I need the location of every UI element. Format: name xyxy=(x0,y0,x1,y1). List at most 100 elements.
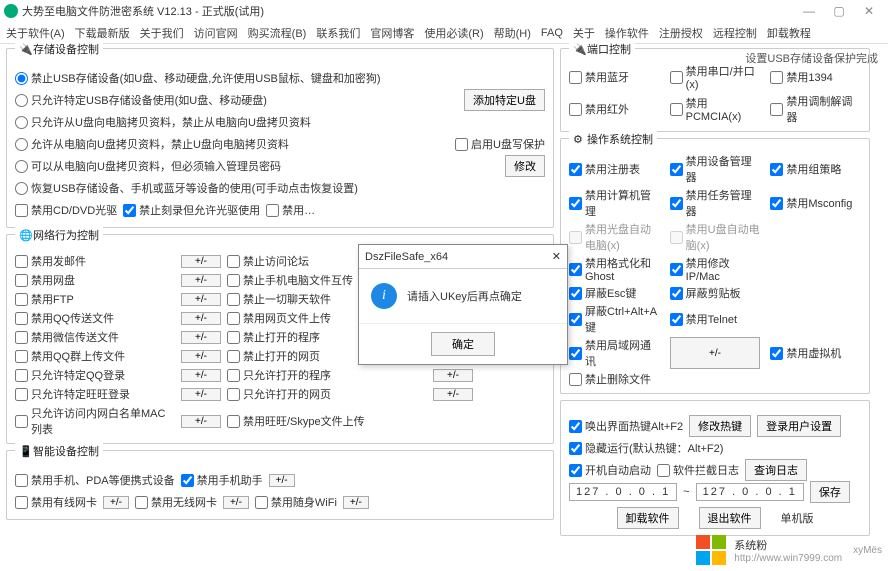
menu-item[interactable]: 远程控制 xyxy=(713,25,757,41)
chk-write-protect[interactable] xyxy=(455,138,468,151)
menu-item[interactable]: 卸载教程 xyxy=(767,25,811,41)
pm-assist[interactable]: +/- xyxy=(269,474,295,487)
uninstall-button[interactable]: 卸载软件 xyxy=(617,507,679,529)
query-log-button[interactable]: 查询日志 xyxy=(745,459,807,481)
menu-item[interactable]: FAQ xyxy=(541,27,563,39)
chk-pda[interactable] xyxy=(15,474,28,487)
menu-item[interactable]: 访问官网 xyxy=(194,25,238,41)
chk-port[interactable] xyxy=(770,71,783,84)
chk-os[interactable] xyxy=(569,197,582,210)
chk-extra[interactable] xyxy=(266,204,279,217)
chk-hiddenwifi[interactable] xyxy=(255,496,268,509)
chk-os[interactable] xyxy=(569,163,582,176)
close-button[interactable]: ✕ xyxy=(854,4,884,18)
chk-os[interactable] xyxy=(670,197,683,210)
chk-os[interactable] xyxy=(569,287,582,300)
minimize-button[interactable]: — xyxy=(794,4,824,18)
chk-net[interactable] xyxy=(15,312,28,325)
pm-button[interactable]: +/- xyxy=(181,293,221,306)
radio-allow-specific[interactable] xyxy=(15,94,28,107)
pm-button[interactable]: +/- xyxy=(181,388,221,401)
chk-os[interactable] xyxy=(569,373,582,386)
pm-button[interactable]: +/- xyxy=(181,312,221,325)
pm-wired[interactable]: +/- xyxy=(103,496,129,509)
chk-os[interactable] xyxy=(770,347,783,360)
pm-button[interactable]: +/- xyxy=(433,388,473,401)
chk-os[interactable] xyxy=(569,313,582,326)
menu-item[interactable]: 操作软件 xyxy=(605,25,649,41)
radio-restore[interactable] xyxy=(15,182,28,195)
chk-autostart[interactable] xyxy=(569,464,582,477)
menu-item[interactable]: 下载最新版 xyxy=(75,25,130,41)
chk-os[interactable] xyxy=(569,263,582,276)
radio-pc-to-u[interactable] xyxy=(15,138,28,151)
chk-net[interactable] xyxy=(227,369,240,382)
save-button[interactable]: 保存 xyxy=(810,481,850,503)
chk-port[interactable] xyxy=(569,71,582,84)
radio-u-to-pc[interactable] xyxy=(15,116,28,129)
add-usb-button[interactable]: 添加特定U盘 xyxy=(464,89,545,111)
pm-button[interactable]: +/- xyxy=(181,274,221,287)
modify-hotkey-button[interactable]: 修改热键 xyxy=(689,415,751,437)
chk-os[interactable] xyxy=(569,347,582,360)
chk-port[interactable] xyxy=(770,103,783,116)
chk-blocklog[interactable] xyxy=(657,464,670,477)
chk-net[interactable] xyxy=(227,350,240,363)
chk-net[interactable] xyxy=(227,293,240,306)
pm-button[interactable]: +/- xyxy=(181,331,221,344)
chk-hotkey[interactable] xyxy=(569,420,582,433)
chk-net[interactable] xyxy=(15,331,28,344)
modal-ok-button[interactable]: 确定 xyxy=(431,332,495,356)
menu-item[interactable]: 联系我们 xyxy=(316,25,360,41)
chk-net[interactable] xyxy=(15,388,28,401)
pm-button[interactable]: +/- xyxy=(433,369,473,382)
chk-port[interactable] xyxy=(670,71,683,84)
chk-os[interactable] xyxy=(770,197,783,210)
pm-button[interactable]: +/- xyxy=(181,415,221,428)
menu-item[interactable]: 注册授权 xyxy=(659,25,703,41)
menu-item[interactable]: 购买流程(B) xyxy=(248,25,307,41)
maximize-button[interactable]: ▢ xyxy=(824,4,854,18)
chk-wifi[interactable] xyxy=(135,496,148,509)
user-settings-button[interactable]: 登录用户设置 xyxy=(757,415,841,437)
ip-start[interactable]: 127 . 0 . 0 . 1 xyxy=(569,483,677,501)
chk-net[interactable] xyxy=(227,312,240,325)
ip-end[interactable]: 127 . 0 . 0 . 1 xyxy=(696,483,804,501)
chk-net[interactable] xyxy=(15,350,28,363)
chk-net[interactable] xyxy=(15,274,28,287)
chk-burn[interactable] xyxy=(123,204,136,217)
menu-item[interactable]: 关于我们 xyxy=(140,25,184,41)
chk-net[interactable] xyxy=(15,255,28,268)
modal-close-icon[interactable]: ✕ xyxy=(552,250,561,263)
menu-item[interactable]: 帮助(H) xyxy=(494,25,531,41)
chk-net[interactable] xyxy=(15,293,28,306)
chk-os[interactable] xyxy=(770,163,783,176)
menu-item[interactable]: 使用必读(R) xyxy=(424,25,483,41)
chk-assist[interactable] xyxy=(181,474,194,487)
menu-item[interactable]: 关于软件(A) xyxy=(6,25,65,41)
radio-disable-usb[interactable] xyxy=(15,72,28,85)
chk-net[interactable] xyxy=(227,255,240,268)
chk-net[interactable] xyxy=(15,415,28,428)
chk-os[interactable] xyxy=(670,313,683,326)
modify-pwd-button[interactable]: 修改 xyxy=(505,155,545,177)
chk-os[interactable] xyxy=(670,163,683,176)
chk-cd[interactable] xyxy=(15,204,28,217)
pm-wifi[interactable]: +/- xyxy=(223,496,249,509)
chk-os[interactable] xyxy=(670,287,683,300)
chk-net[interactable] xyxy=(227,388,240,401)
chk-net[interactable] xyxy=(227,415,240,428)
pm-button[interactable]: +/- xyxy=(181,369,221,382)
pm-button[interactable]: +/- xyxy=(181,350,221,363)
pm-hiddenwifi[interactable]: +/- xyxy=(343,496,369,509)
chk-net[interactable] xyxy=(227,331,240,344)
radio-need-pwd[interactable] xyxy=(15,160,28,173)
menu-item[interactable]: 官网博客 xyxy=(370,25,414,41)
menu-item[interactable]: 关于 xyxy=(573,25,595,41)
chk-wired[interactable] xyxy=(15,496,28,509)
chk-net[interactable] xyxy=(227,274,240,287)
pm-button[interactable]: +/- xyxy=(670,337,761,369)
chk-port[interactable] xyxy=(670,103,683,116)
chk-port[interactable] xyxy=(569,103,582,116)
pm-button[interactable]: +/- xyxy=(181,255,221,268)
